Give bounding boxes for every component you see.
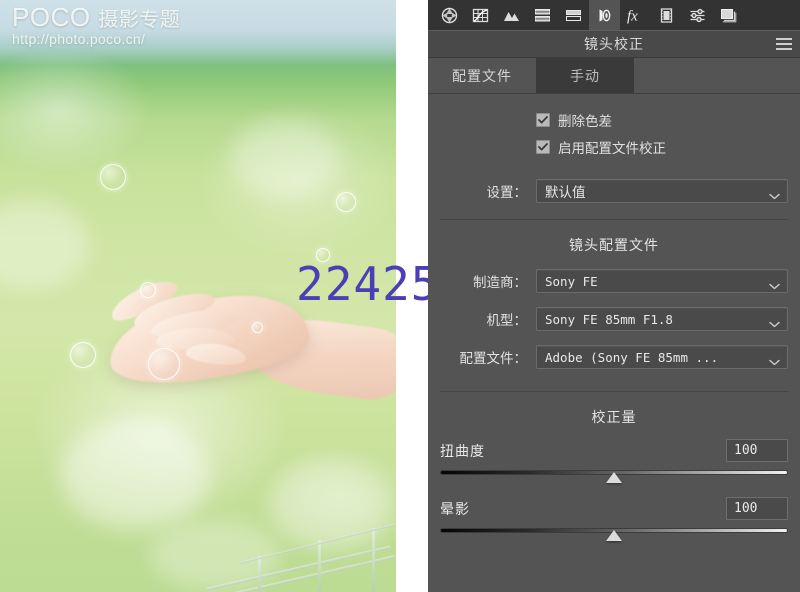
panel-tabs: 配置文件 手动 (428, 58, 800, 94)
calibration-icon[interactable] (651, 0, 682, 30)
forearm-shape (245, 311, 396, 405)
fence-rail (205, 545, 392, 591)
fence-rail (239, 520, 396, 564)
bubble (140, 282, 156, 298)
lens-model-row: 机型： Sony FE 85mm F1.8 (440, 307, 788, 331)
bokeh-blob (60, 420, 210, 530)
chevron-down-icon (769, 278, 780, 293)
lens-make-value: Sony FE (545, 273, 598, 289)
checkbox-row-enable-profile-correction[interactable]: 启用配置文件校正 (536, 137, 788, 157)
bubble (148, 348, 180, 380)
lens-correction-icon[interactable] (589, 0, 620, 30)
menu-line (776, 38, 792, 40)
bubble (336, 192, 356, 212)
thumb-shape (185, 340, 247, 368)
lens-make-select[interactable]: Sony FE (536, 269, 788, 293)
split-toning-icon[interactable] (558, 0, 589, 30)
slider-distortion: 扭曲度 100 (440, 439, 788, 483)
slider-header: 扭曲度 100 (440, 439, 788, 462)
tab-profile[interactable]: 配置文件 (428, 58, 536, 93)
lens-make-label: 制造商： (473, 275, 527, 290)
watermark-brand-line: POCO 摄影专题 (12, 2, 181, 32)
effects-icon[interactable]: fx (620, 0, 651, 30)
bubble (252, 322, 263, 333)
slider-thumb[interactable] (606, 472, 622, 483)
panel-title: 镜头校正 (584, 35, 644, 52)
settings-label: 设置： (486, 185, 528, 200)
bokeh-blob (270, 460, 390, 550)
bokeh-blob (0, 200, 90, 290)
lens-profile-select[interactable]: Adobe (Sony FE 85mm ... (536, 345, 788, 369)
menu-line (776, 48, 792, 50)
palm-shape (103, 284, 313, 394)
lens-profile-value: Adobe (Sony FE 85mm ... (545, 349, 719, 365)
slider-track-area[interactable] (440, 467, 788, 483)
settings-row: 设置： 默认值 (440, 179, 788, 203)
checkbox-group: 删除色差 启用配置文件校正 (440, 110, 788, 157)
tab-filler (634, 58, 800, 93)
section-divider (440, 391, 788, 392)
lens-model-select[interactable]: Sony FE 85mm F1.8 (536, 307, 788, 331)
photo-area: POCO 摄影专题 http://photo.poco.cn/ 224257 (0, 0, 467, 592)
bokeh-blob (230, 120, 340, 200)
slider-thumb[interactable] (606, 530, 622, 541)
hamburger-menu-icon[interactable] (776, 38, 792, 50)
tab-manual[interactable]: 手动 (536, 58, 634, 93)
watermark-topic: 摄影专题 (98, 9, 181, 31)
fence-post (318, 540, 321, 592)
screenshot-root: POCO 摄影专题 http://photo.poco.cn/ 224257 f… (0, 0, 800, 592)
checkbox-label: 启用配置文件校正 (558, 141, 666, 156)
fence-post (258, 556, 261, 592)
presets-icon[interactable] (682, 0, 713, 30)
section-divider (440, 219, 788, 220)
bubble (100, 164, 126, 190)
color-mixer-icon[interactable] (527, 0, 558, 30)
chevron-down-icon (769, 188, 780, 203)
slider-track-area[interactable] (440, 525, 788, 541)
checkbox-row-remove-chromatic-aberration[interactable]: 删除色差 (536, 110, 788, 130)
lens-profile-row: 配置文件： Adobe (Sony FE 85mm ... (440, 345, 788, 369)
panel-icon-toolbar: fx (428, 0, 800, 30)
snapshots-icon[interactable] (713, 0, 744, 30)
slider-vignetting: 晕影 100 (440, 497, 788, 541)
lens-profile-section-title: 镜头配置文件 (569, 237, 659, 253)
slider-value-box[interactable]: 100 (726, 439, 788, 462)
slider-value-box[interactable]: 100 (726, 497, 788, 520)
checkbox-checked-icon[interactable] (536, 113, 550, 127)
lens-make-row: 制造商： Sony FE (440, 269, 788, 293)
menu-line (776, 43, 792, 45)
fence-rail (199, 555, 396, 592)
panel-content: 删除色差 启用配置文件校正 设置： 默认值 镜头配置文件 制造商： Sony F… (428, 110, 800, 541)
slider-label: 晕影 (440, 500, 470, 517)
lens-profile-label: 配置文件： (459, 351, 528, 366)
finger-shape (106, 273, 182, 327)
lens-model-value: Sony FE 85mm F1.8 (545, 311, 673, 327)
finger-shape (155, 326, 235, 351)
watermark-brand: POCO (12, 2, 91, 32)
checkbox-label: 删除色差 (558, 114, 612, 129)
slider-header: 晕影 100 (440, 497, 788, 520)
slider-label: 扭曲度 (440, 442, 485, 459)
bokeh-blob (150, 520, 280, 590)
svg-text:fx: fx (627, 8, 638, 24)
lens-model-label: 机型： (486, 313, 528, 328)
settings-select[interactable]: 默认值 (536, 179, 788, 203)
panel-title-bar: 镜头校正 (428, 30, 800, 58)
chevron-down-icon (769, 316, 780, 331)
correction-amount-section-title: 校正量 (591, 409, 637, 425)
detail-icon[interactable] (496, 0, 527, 30)
chevron-down-icon (769, 354, 780, 369)
watermark-url: http://photo.poco.cn/ (12, 31, 146, 48)
fence-post (372, 528, 375, 592)
finger-shape (148, 305, 240, 341)
bubble (70, 342, 96, 368)
tone-curve-icon[interactable] (465, 0, 496, 30)
basic-adjust-icon[interactable] (434, 0, 465, 30)
lens-correction-panel: fx 镜头校正 配置文件 手动 删除色差 启用配置文件校正 设置： 默认值 镜头… (428, 0, 800, 592)
watermark: POCO 摄影专题 http://photo.poco.cn/ (12, 2, 181, 48)
settings-value: 默认值 (545, 185, 586, 200)
checkbox-checked-icon[interactable] (536, 140, 550, 154)
